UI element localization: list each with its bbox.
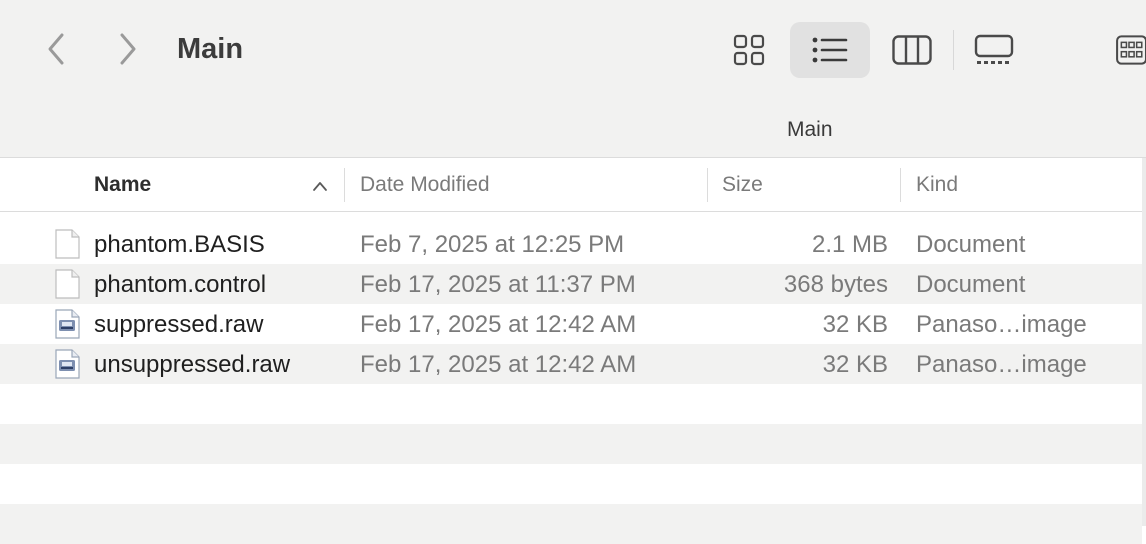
file-name: unsuppressed.raw xyxy=(94,351,291,378)
toolbar: Main Main xyxy=(0,0,1146,158)
empty-row xyxy=(0,504,1142,544)
file-kind: Document xyxy=(916,231,1026,258)
column-date-header[interactable]: Date Modified xyxy=(360,173,490,197)
raw-image-icon xyxy=(55,349,80,379)
file-name: suppressed.raw xyxy=(94,311,264,338)
icon-view-button[interactable] xyxy=(726,22,772,78)
file-row[interactable]: unsuppressed.raw Feb 17, 2025 at 12:42 A… xyxy=(0,344,1142,384)
document-icon xyxy=(55,229,80,259)
toolbar-divider xyxy=(953,30,954,70)
column-view-button[interactable] xyxy=(888,22,936,78)
empty-row xyxy=(0,384,1142,424)
columns-icon xyxy=(892,35,932,65)
column-header: Name Date Modified Size Kind xyxy=(0,158,1142,212)
file-size: 368 bytes xyxy=(783,271,888,298)
file-row[interactable]: phantom.BASIS Feb 7, 2025 at 12:25 PM 2.… xyxy=(0,224,1142,264)
path-bar-label: Main xyxy=(787,118,833,141)
file-kind: Panaso…image xyxy=(916,311,1087,338)
forward-button[interactable] xyxy=(112,30,144,68)
chevron-up-icon xyxy=(313,182,327,191)
list-icon xyxy=(812,37,848,63)
list-view-button[interactable] xyxy=(790,22,870,78)
column-kind-header[interactable]: Kind xyxy=(916,173,958,197)
group-icon xyxy=(1116,35,1146,65)
file-date: Feb 17, 2025 at 12:42 AM xyxy=(360,351,637,378)
column-divider[interactable] xyxy=(900,168,901,202)
gallery-view-button[interactable] xyxy=(970,22,1018,78)
grid-icon xyxy=(733,34,765,66)
file-date: Feb 17, 2025 at 11:37 PM xyxy=(360,271,636,298)
file-size: 32 KB xyxy=(822,311,888,338)
empty-row xyxy=(0,424,1142,464)
file-name: phantom.control xyxy=(94,271,267,298)
group-view-button[interactable] xyxy=(1112,22,1146,78)
column-divider[interactable] xyxy=(707,168,708,202)
file-list: phantom.BASIS Feb 7, 2025 at 12:25 PM 2.… xyxy=(0,224,1142,544)
file-name: phantom.BASIS xyxy=(94,231,265,258)
file-size: 2.1 MB xyxy=(811,231,888,258)
file-size: 32 KB xyxy=(822,351,888,378)
file-date: Feb 7, 2025 at 12:25 PM xyxy=(360,231,625,258)
sort-indicator[interactable] xyxy=(312,179,328,197)
gallery-icon xyxy=(974,34,1014,64)
column-size-header[interactable]: Size xyxy=(722,173,763,197)
chevron-right-icon xyxy=(120,33,136,65)
column-name-header[interactable]: Name xyxy=(94,173,151,197)
window-title: Main xyxy=(177,33,244,65)
raw-image-icon xyxy=(55,309,80,339)
chevron-left-icon xyxy=(48,33,64,65)
file-date: Feb 17, 2025 at 12:42 AM xyxy=(360,311,637,338)
file-kind: Document xyxy=(916,271,1026,298)
window-edge xyxy=(1142,158,1146,526)
back-button[interactable] xyxy=(40,30,72,68)
document-icon xyxy=(55,269,80,299)
file-row[interactable]: phantom.control Feb 17, 2025 at 11:37 PM… xyxy=(0,264,1142,304)
file-row[interactable]: suppressed.raw Feb 17, 2025 at 12:42 AM … xyxy=(0,304,1142,344)
file-kind: Panaso…image xyxy=(916,351,1087,378)
empty-row xyxy=(0,464,1142,504)
column-divider[interactable] xyxy=(344,168,345,202)
